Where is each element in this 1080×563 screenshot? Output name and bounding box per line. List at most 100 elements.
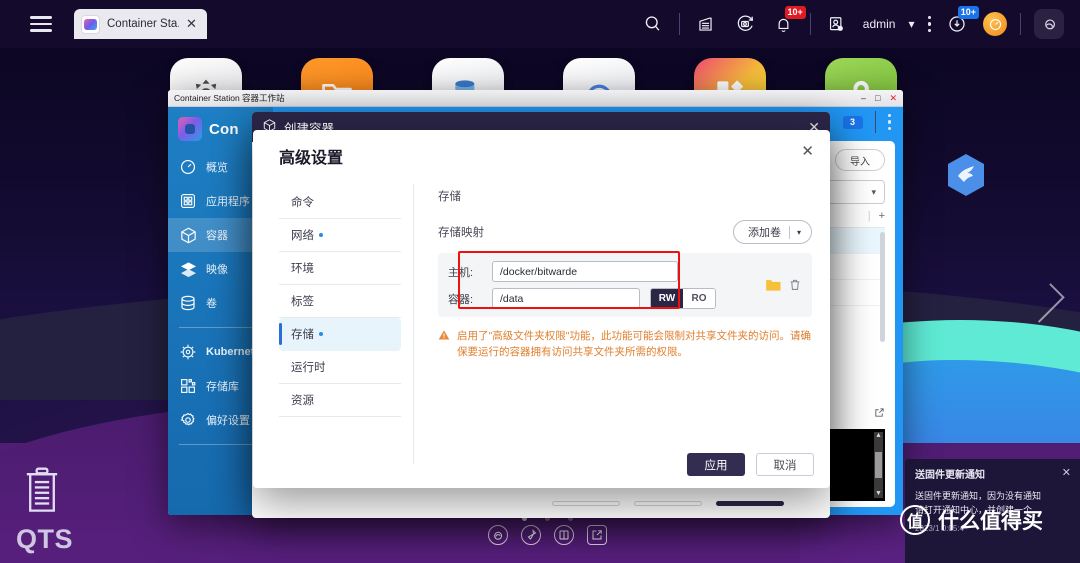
nav-item-command[interactable]: 命令	[279, 186, 401, 219]
table-scrollbar[interactable]	[880, 232, 885, 342]
nav-item-network[interactable]: 网络	[279, 219, 401, 252]
nav-item-resources[interactable]: 资源	[279, 384, 401, 417]
info-download-icon[interactable]: 10+	[944, 6, 979, 37]
more-vertical-icon[interactable]	[887, 113, 891, 131]
dialog-content: 存储 存储映射 添加卷 ▾ 主机: /docker/bitwarde 容器: /…	[414, 174, 830, 474]
storage-mapping-row: 存储映射 添加卷 ▾	[438, 220, 812, 244]
notification-bell-icon[interactable]: 10+	[771, 6, 806, 37]
create-next-button[interactable]	[716, 501, 784, 506]
search-icon[interactable]	[640, 11, 666, 37]
cube-icon	[178, 225, 198, 245]
close-icon[interactable]: ✕	[1062, 465, 1071, 482]
container-station-favicon	[81, 14, 100, 34]
window-dock-icon[interactable]	[554, 525, 574, 545]
host-path-row: 主机: /docker/bitwarde	[448, 261, 759, 282]
resource-monitor-icon[interactable]	[693, 11, 719, 37]
nav-label: 存储	[291, 329, 314, 341]
cancel-button[interactable]: 取消	[756, 453, 814, 476]
subsection-title: 存储映射	[438, 227, 484, 239]
dialog-nav: 命令 网络 环境 标签 存储 运行时 资源	[253, 174, 413, 474]
host-path-input[interactable]: /docker/bitwarde	[492, 261, 678, 282]
qsync-dock-icon[interactable]	[488, 525, 508, 545]
nav-label: 运行时	[291, 362, 326, 374]
modified-dot-icon	[319, 233, 323, 237]
nav-label: 标签	[291, 296, 314, 308]
layers-icon	[178, 259, 198, 279]
sidebar-divider	[179, 327, 262, 328]
nav-item-labels[interactable]: 标签	[279, 285, 401, 318]
close-icon[interactable]: ✕	[801, 142, 814, 160]
user-add-icon[interactable]	[824, 11, 850, 37]
minimize-icon[interactable]: –	[861, 93, 866, 103]
tools-dock-icon[interactable]	[521, 525, 541, 545]
volume-mapping-fields: 主机: /docker/bitwarde 容器: /data RW RO	[448, 261, 759, 309]
hamburger-icon[interactable]	[30, 12, 52, 36]
chevron-down-icon: ▾	[796, 227, 801, 237]
notification-badge: 10+	[784, 6, 806, 19]
create-cancel-button[interactable]	[552, 501, 620, 506]
warning-triangle-icon	[438, 329, 450, 361]
page-title: 高级设置	[279, 150, 344, 167]
create-back-button[interactable]	[634, 501, 702, 506]
taskbar-divider-2	[809, 13, 811, 35]
nav-label: 资源	[291, 395, 314, 407]
taskbar-divider-1	[678, 13, 680, 35]
nav-item-storage[interactable]: 存储	[279, 318, 401, 351]
log-toolbar	[874, 407, 885, 421]
sidebar-label: 概览	[206, 162, 228, 174]
log-scrollbar[interactable]: ▲ ▼	[874, 432, 883, 498]
close-icon[interactable]: ✕	[186, 16, 197, 32]
add-icon[interactable]: +	[879, 210, 885, 222]
volume-mapping-box: 主机: /docker/bitwarde 容器: /data RW RO	[438, 253, 812, 317]
external-link-icon[interactable]	[874, 407, 885, 421]
dashboard-gauge-icon[interactable]	[983, 12, 1007, 36]
add-volume-button[interactable]: 添加卷 ▾	[732, 220, 812, 244]
nav-label: 环境	[291, 263, 314, 275]
sidebar-label: 映像	[206, 264, 228, 276]
sidebar-label: 卷	[206, 298, 217, 310]
close-icon[interactable]: ✕	[889, 93, 897, 104]
scroll-up-icon[interactable]: ▲	[876, 432, 880, 440]
taskbar-divider-3	[1020, 13, 1021, 35]
os-label: QTS	[16, 524, 74, 554]
repository-icon	[178, 376, 198, 396]
scroll-thumb[interactable]	[875, 452, 882, 478]
backup-sync-icon[interactable]	[732, 11, 758, 37]
modified-dot-icon	[319, 332, 323, 336]
permission-toggle[interactable]: RW RO	[650, 288, 716, 309]
taskbar-tab-container-station[interactable]: Container Sta... ✕	[74, 9, 207, 39]
notes-dock-icon[interactable]	[587, 525, 607, 545]
settings-gear-icon	[178, 410, 198, 430]
watermark-badge: 值	[900, 505, 930, 535]
desktop-dock	[488, 516, 607, 545]
import-button[interactable]: 导入	[835, 149, 885, 171]
sidebar-label: 容器	[206, 230, 228, 242]
more-vertical-icon[interactable]	[927, 15, 931, 33]
qnap-cloud-icon[interactable]	[1034, 9, 1064, 39]
folder-browse-icon[interactable]	[765, 278, 782, 292]
header-divider	[874, 111, 876, 133]
permission-rw-option[interactable]: RW	[651, 289, 683, 308]
host-path-label: 主机:	[448, 266, 474, 279]
container-path-row: 容器: /data RW RO	[448, 288, 759, 309]
hummingbird-shortcut-icon[interactable]	[944, 152, 988, 198]
container-path-input[interactable]: /data	[492, 288, 640, 309]
add-volume-label: 添加卷	[747, 227, 781, 239]
nav-item-environment[interactable]: 环境	[279, 252, 401, 285]
container-station-logo	[178, 117, 202, 141]
scroll-down-icon[interactable]: ▼	[876, 490, 880, 498]
apply-button[interactable]: 应用	[687, 453, 745, 476]
permission-ro-option[interactable]: RO	[683, 289, 715, 308]
nav-item-runtime[interactable]: 运行时	[279, 351, 401, 384]
nav-label: 命令	[291, 197, 314, 209]
apps-grid-icon	[178, 191, 198, 211]
section-title: 存储	[438, 191, 461, 203]
window-controls: – □ ✕	[861, 93, 897, 104]
maximize-icon[interactable]: □	[875, 93, 880, 103]
table-divider: |	[867, 210, 871, 222]
trash-delete-icon[interactable]	[788, 277, 802, 293]
chevron-down-icon[interactable]: ▾	[908, 17, 914, 31]
sidebar-label: 偏好设置	[206, 415, 250, 427]
trash-icon[interactable]	[20, 466, 64, 521]
taskbar-right-group: 10+ admin ▾ 10+	[640, 6, 1080, 39]
